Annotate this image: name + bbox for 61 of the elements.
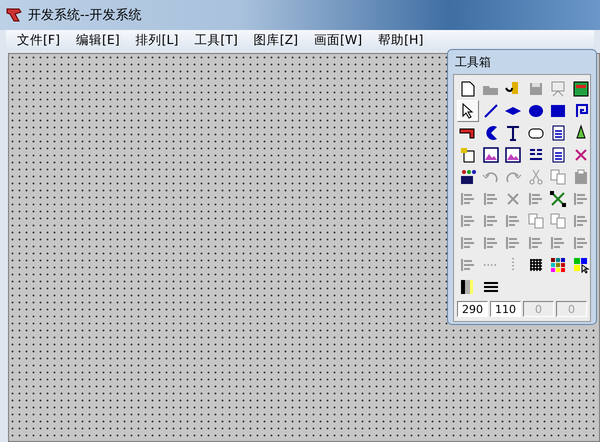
toolbox-title: 工具箱 xyxy=(454,54,492,71)
grid-icon xyxy=(528,258,542,272)
menu-item[interactable]: 编辑[E] xyxy=(68,32,127,48)
cut-icon xyxy=(529,170,542,184)
clip-icon xyxy=(574,170,586,184)
colorbar-icon xyxy=(461,280,473,294)
align-icon xyxy=(461,258,475,272)
lines-icon xyxy=(482,282,498,292)
picture-icon xyxy=(505,147,521,163)
picture-icon xyxy=(482,147,498,163)
undo-icon xyxy=(482,172,498,182)
colorpick-icon xyxy=(574,258,590,274)
app-logo-icon xyxy=(6,7,22,23)
menu-item[interactable]: 工具[T] xyxy=(187,32,245,48)
page-icon xyxy=(462,82,474,96)
align-icon xyxy=(506,236,520,250)
pie-icon xyxy=(486,126,496,140)
colors-icon xyxy=(551,258,565,272)
copy-icon xyxy=(550,170,566,184)
cross-icon xyxy=(574,149,586,161)
folder-icon xyxy=(482,86,498,95)
doc-icon xyxy=(552,126,564,140)
spiral-icon xyxy=(576,104,588,117)
align-icon xyxy=(574,192,588,206)
align-icon xyxy=(574,236,588,250)
align-icon xyxy=(574,214,588,228)
align-icon xyxy=(484,236,498,250)
menu-item[interactable]: 画面[W] xyxy=(307,32,370,48)
value-field[interactable]: 290 xyxy=(457,301,488,317)
copy-icon xyxy=(550,214,566,228)
doc-icon xyxy=(552,148,564,162)
cross-icon xyxy=(507,193,519,205)
pointer-icon xyxy=(462,102,474,119)
polyline-icon xyxy=(460,128,474,138)
align-icon xyxy=(461,214,475,228)
preview-icon xyxy=(552,82,564,96)
align-icon xyxy=(551,236,565,250)
align-icon xyxy=(461,236,475,250)
paste-icon xyxy=(461,148,474,162)
line-icon xyxy=(484,104,498,118)
pointer-tool-button[interactable] xyxy=(457,100,479,122)
palette-icon xyxy=(461,170,476,184)
menu-item[interactable]: 图库[Z] xyxy=(246,32,306,48)
align-icon xyxy=(528,192,542,206)
menu-item[interactable]: 文件[F] xyxy=(10,32,67,48)
window-title: 开发系统--开发系统 xyxy=(28,7,142,24)
circle-icon xyxy=(528,105,542,117)
align-icon xyxy=(506,214,520,228)
text-icon xyxy=(506,126,520,141)
value-field[interactable]: 110 xyxy=(490,301,521,317)
screen-icon xyxy=(573,82,588,96)
align-icon xyxy=(484,214,498,228)
redo-icon xyxy=(506,172,522,182)
align-icon xyxy=(528,236,542,250)
copy-icon xyxy=(528,214,543,228)
rect-icon xyxy=(551,105,565,117)
menu-item[interactable]: 帮助[H] xyxy=(371,32,430,48)
import-icon xyxy=(505,82,518,94)
menu-item[interactable]: 排列[L] xyxy=(128,32,186,48)
align-icon xyxy=(461,192,475,206)
align-icon xyxy=(484,192,498,206)
